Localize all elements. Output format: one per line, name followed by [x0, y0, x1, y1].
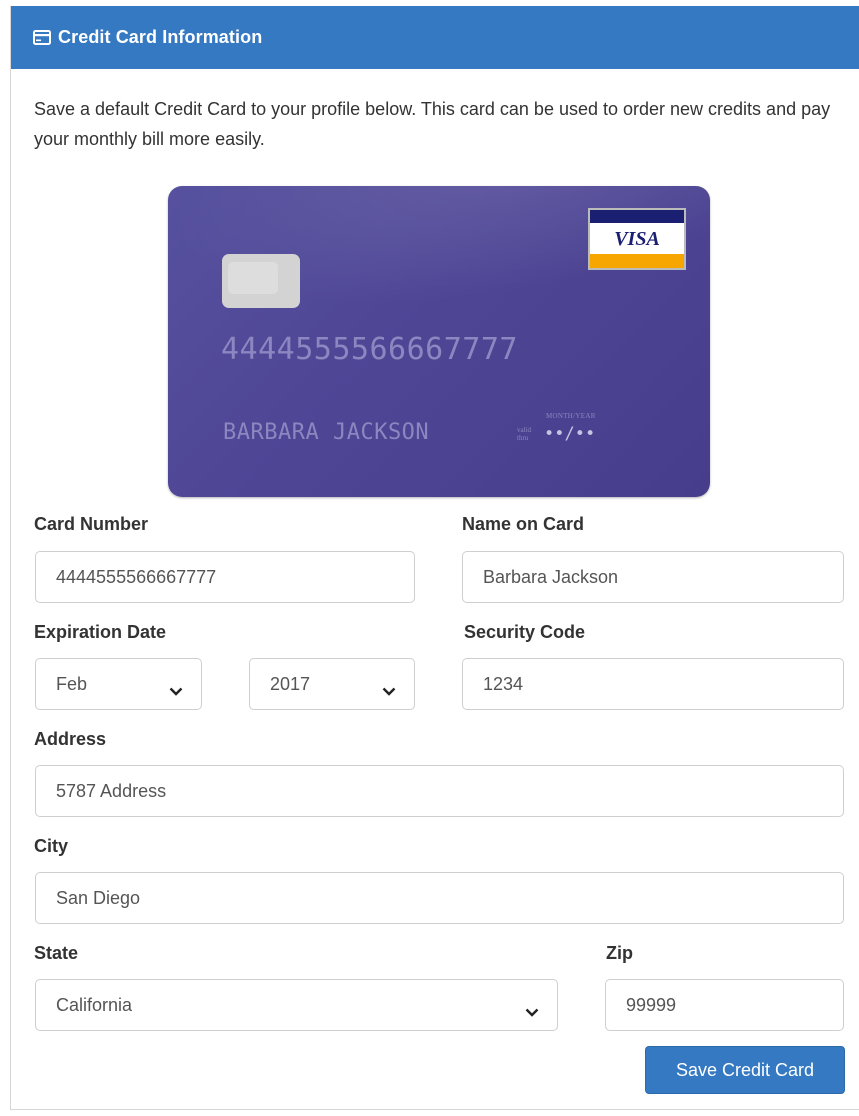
- name-on-card-value: Barbara Jackson: [483, 566, 619, 587]
- visa-logo-text: VISA: [614, 228, 660, 250]
- credit-card-icon: [33, 30, 51, 45]
- chevron-down-icon: [382, 680, 396, 696]
- expiration-year-value: 2017: [270, 673, 311, 694]
- visa-logo: VISA: [588, 208, 686, 270]
- card-number-input[interactable]: 4444555566667777: [35, 551, 415, 603]
- state-value: California: [56, 994, 133, 1015]
- credit-card-panel: Credit Card Information Save a default C…: [10, 6, 859, 1110]
- panel-header: Credit Card Information: [11, 6, 859, 69]
- zip-input[interactable]: 99999: [605, 979, 844, 1031]
- name-on-card-label: Name on Card: [462, 514, 585, 534]
- state-select[interactable]: California: [35, 979, 558, 1031]
- card-number-label: Card Number: [34, 514, 149, 534]
- card-preview: VISA 4444555566667777 BARBARA JACKSON va…: [168, 186, 710, 497]
- address-label: Address: [34, 729, 107, 749]
- expiration-month-value: Feb: [56, 673, 88, 694]
- card-preview-valid-label: valid thru: [517, 426, 531, 442]
- name-on-card-input[interactable]: Barbara Jackson: [462, 551, 844, 603]
- card-number-value: 4444555566667777: [56, 566, 217, 587]
- zip-label: Zip: [606, 943, 633, 963]
- card-preview-holder: BARBARA JACKSON: [223, 420, 430, 445]
- city-value: San Diego: [56, 887, 141, 908]
- intro-text: Save a default Credit Card to your profi…: [34, 99, 831, 149]
- zip-value: 99999: [626, 994, 677, 1015]
- expiration-month-select[interactable]: Feb: [35, 658, 202, 710]
- expiration-date-label: Expiration Date: [34, 622, 167, 642]
- panel-title: Credit Card Information: [58, 27, 263, 47]
- city-label: City: [34, 836, 69, 856]
- card-chip: [222, 254, 300, 308]
- card-preview-month-year-label: MONTH/YEAR: [546, 412, 596, 420]
- chevron-down-icon: [525, 1001, 539, 1017]
- card-preview-expiry: ••/••: [544, 424, 596, 444]
- chevron-down-icon: [169, 680, 183, 696]
- address-value: 5787 Address: [56, 780, 167, 801]
- card-preview-number: 4444555566667777: [221, 332, 518, 367]
- security-code-input[interactable]: 1234: [462, 658, 844, 710]
- state-label: State: [34, 943, 79, 963]
- security-code-value: 1234: [483, 673, 524, 694]
- city-input[interactable]: San Diego: [35, 872, 844, 924]
- security-code-label: Security Code: [464, 622, 586, 642]
- expiration-year-select[interactable]: 2017: [249, 658, 415, 710]
- save-credit-card-button[interactable]: Save Credit Card: [645, 1046, 845, 1094]
- address-input[interactable]: 5787 Address: [35, 765, 844, 817]
